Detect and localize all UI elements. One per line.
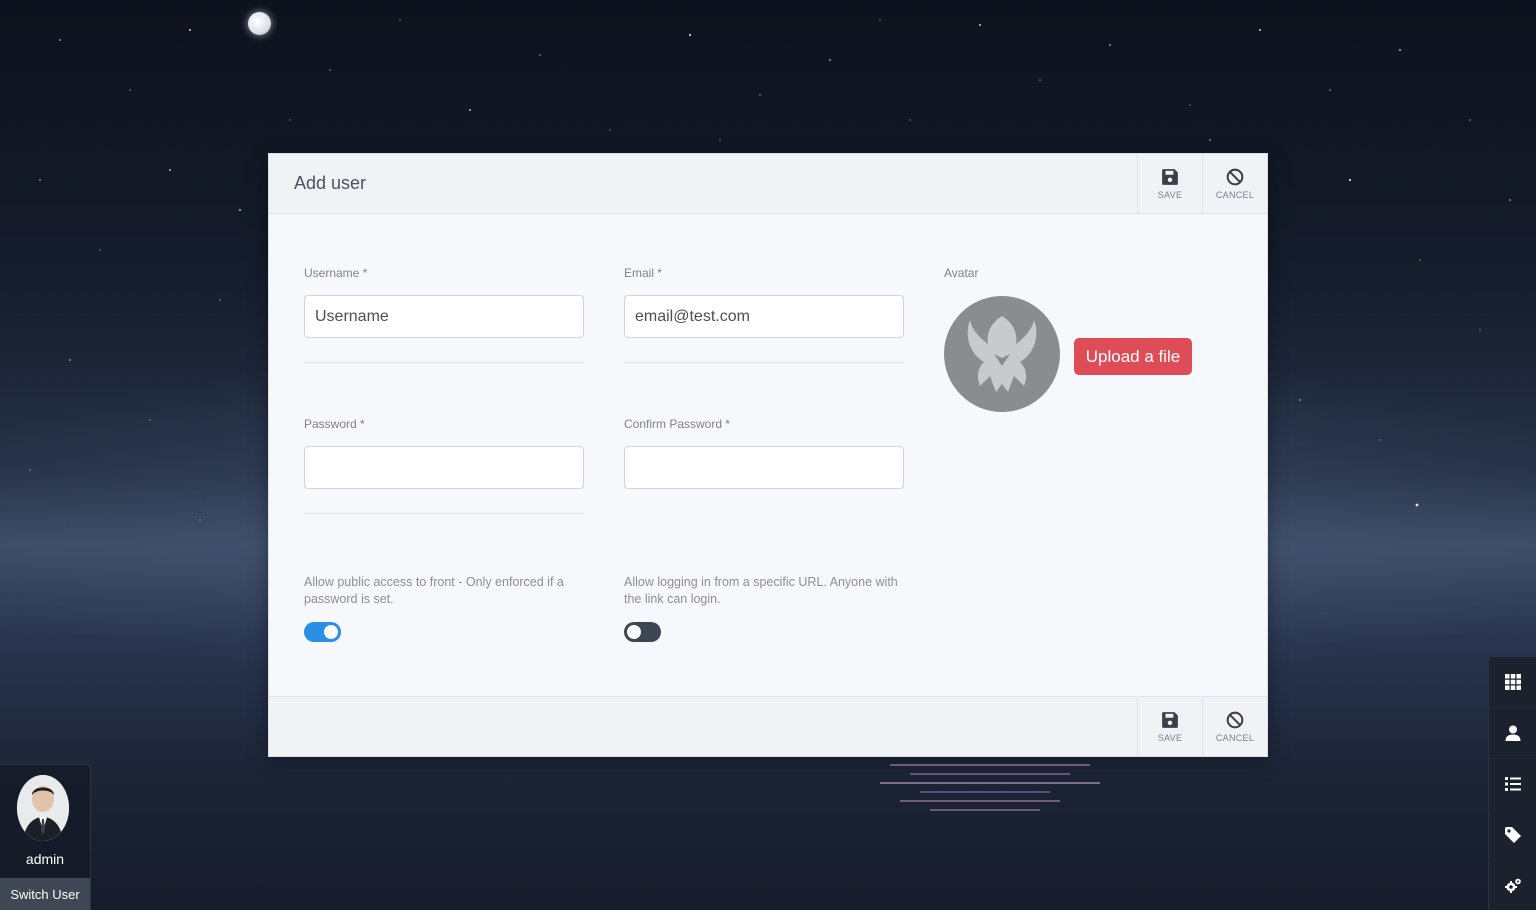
cogs-icon bbox=[1504, 878, 1521, 893]
dock-user-button[interactable] bbox=[1488, 708, 1536, 758]
email-group: Email * bbox=[624, 266, 904, 338]
footer-cancel-label: CANCEL bbox=[1215, 732, 1255, 743]
dock-tag-button[interactable] bbox=[1488, 810, 1536, 860]
ban-icon bbox=[1226, 168, 1244, 185]
user-card: admin Switch User bbox=[0, 764, 91, 910]
confirm-password-group: Confirm Password * bbox=[624, 417, 904, 489]
modal-header: Add user SAVE CANCEL bbox=[269, 154, 1267, 214]
add-user-modal: Add user SAVE CANCEL Username * Username… bbox=[268, 153, 1268, 757]
password-divider bbox=[304, 513, 584, 514]
email-label: Email * bbox=[624, 266, 663, 280]
confirm-password-input[interactable] bbox=[624, 446, 904, 489]
username-divider bbox=[304, 362, 584, 363]
public-access-description: Allow public access to front - Only enfo… bbox=[304, 575, 564, 606]
password-label: Password * bbox=[304, 417, 365, 431]
email-input[interactable] bbox=[624, 295, 904, 338]
header-save-label: SAVE bbox=[1157, 189, 1183, 200]
header-actions: SAVE CANCEL bbox=[1137, 154, 1267, 213]
floppy-disk-icon bbox=[1162, 711, 1178, 728]
user-name: admin bbox=[25, 851, 65, 867]
list-icon bbox=[1504, 777, 1521, 791]
modal-title: Add user bbox=[294, 173, 367, 193]
footer-save-label: SAVE bbox=[1157, 732, 1183, 743]
username-input[interactable] bbox=[304, 295, 584, 338]
right-dock bbox=[1488, 657, 1536, 910]
modal-footer: SAVE CANCEL bbox=[269, 696, 1267, 756]
avatar-emblem-icon bbox=[967, 316, 1037, 392]
avatar-label: Avatar bbox=[944, 266, 979, 280]
url-login-description: Allow logging in from a specific URL. An… bbox=[624, 575, 898, 606]
avatar-image bbox=[944, 296, 1060, 412]
username-label: Username * bbox=[304, 266, 368, 280]
url-login-toggle[interactable] bbox=[624, 622, 661, 642]
toggle-knob bbox=[627, 625, 641, 639]
confirm-password-label: Confirm Password * bbox=[624, 417, 731, 431]
tag-icon bbox=[1504, 827, 1521, 843]
username-group: Username * bbox=[304, 266, 584, 338]
ban-icon bbox=[1226, 711, 1244, 728]
switch-user-button[interactable]: Switch User bbox=[0, 878, 90, 910]
upload-file-button[interactable]: Upload a file bbox=[1074, 338, 1192, 375]
user-photo-icon bbox=[17, 775, 69, 841]
toggle-knob bbox=[324, 625, 338, 639]
water-reflection bbox=[880, 764, 1100, 811]
header-save-button[interactable]: SAVE bbox=[1137, 154, 1202, 213]
password-group: Password * bbox=[304, 417, 584, 489]
dock-apps-button[interactable] bbox=[1488, 657, 1536, 707]
header-cancel-label: CANCEL bbox=[1215, 189, 1255, 200]
footer-cancel-button[interactable]: CANCEL bbox=[1202, 697, 1267, 756]
user-avatar[interactable] bbox=[17, 775, 69, 841]
dock-list-button[interactable] bbox=[1488, 759, 1536, 809]
password-input[interactable] bbox=[304, 446, 584, 489]
header-cancel-button[interactable]: CANCEL bbox=[1202, 154, 1267, 213]
public-access-toggle[interactable] bbox=[304, 622, 341, 642]
floppy-disk-icon bbox=[1162, 168, 1178, 185]
footer-actions: SAVE CANCEL bbox=[1137, 697, 1267, 756]
moon bbox=[248, 12, 271, 35]
user-icon bbox=[1505, 725, 1520, 741]
grid-icon bbox=[1504, 674, 1521, 690]
footer-save-button[interactable]: SAVE bbox=[1137, 697, 1202, 756]
dock-settings-button[interactable] bbox=[1488, 861, 1536, 910]
avatar-group: Avatar bbox=[944, 266, 978, 295]
email-divider bbox=[624, 362, 904, 363]
